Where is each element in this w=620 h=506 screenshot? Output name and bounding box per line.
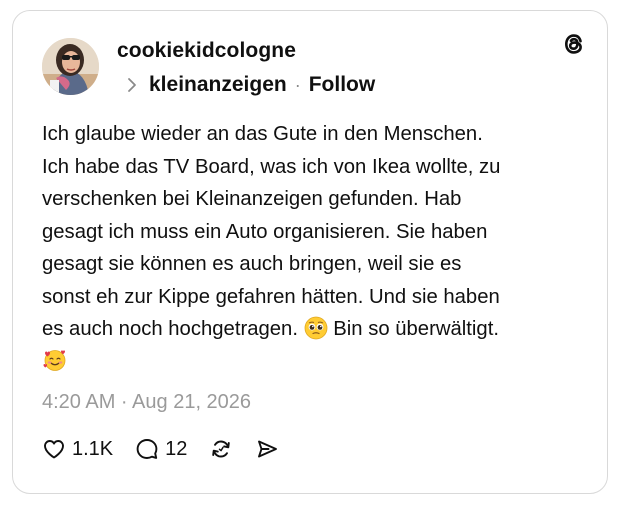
pleading-face-emoji: [304, 316, 328, 340]
send-icon: [255, 437, 279, 461]
post-timestamp[interactable]: 4:20 AM · Aug 21, 2026: [42, 389, 251, 415]
community-link[interactable]: kleinanzeigen: [149, 72, 287, 98]
community-line: kleinanzeigen · Follow: [126, 72, 375, 98]
username[interactable]: cookiekidcologne: [117, 38, 296, 64]
like-count: 1.1K: [72, 438, 114, 460]
body-line: sonst eh zur Kippe gefahren hätten. Und …: [42, 285, 500, 308]
share-button[interactable]: [255, 437, 279, 461]
post-body: Ich glaube wieder an das Gute in den Men…: [42, 118, 572, 378]
body-line: verschenken bei Kleinanzeigen gefunden. …: [42, 188, 462, 210]
body-line: Ich glaube wieder an das Gute in den Men…: [42, 123, 483, 145]
body-line: gesagt sie können es auch bringen, weil …: [42, 253, 462, 275]
heart-icon: [42, 437, 66, 461]
threads-logo-icon[interactable]: [561, 31, 587, 57]
chevron-right-icon: [126, 74, 142, 96]
action-bar: 1.1K 12: [42, 437, 301, 461]
reply-button[interactable]: 12: [135, 437, 187, 461]
separator-dot: ·: [294, 75, 301, 95]
body-text-segment: es auch noch hochgetragen.: [42, 318, 298, 340]
comment-icon: [135, 437, 159, 461]
body-text-segment: Bin so überwältigt.: [333, 318, 499, 340]
body-line: es auch noch hochgetragen. Bin so überwä…: [42, 313, 572, 346]
body-line: gesagt ich muss ein Auto organisieren. S…: [42, 220, 488, 243]
post-card: cookiekidcologne kleinanzeigen · Follow …: [12, 10, 608, 494]
repost-icon: [209, 437, 233, 461]
like-button[interactable]: 1.1K: [42, 437, 113, 461]
body-line: Ich habe das TV Board, was ich von Ikea …: [42, 155, 501, 178]
smiling-face-with-hearts-emoji: [42, 347, 66, 371]
reply-count: 12: [165, 438, 188, 460]
avatar[interactable]: [42, 38, 99, 95]
repost-button[interactable]: [209, 437, 233, 461]
follow-button[interactable]: Follow: [309, 72, 376, 98]
body-line: [42, 346, 572, 379]
